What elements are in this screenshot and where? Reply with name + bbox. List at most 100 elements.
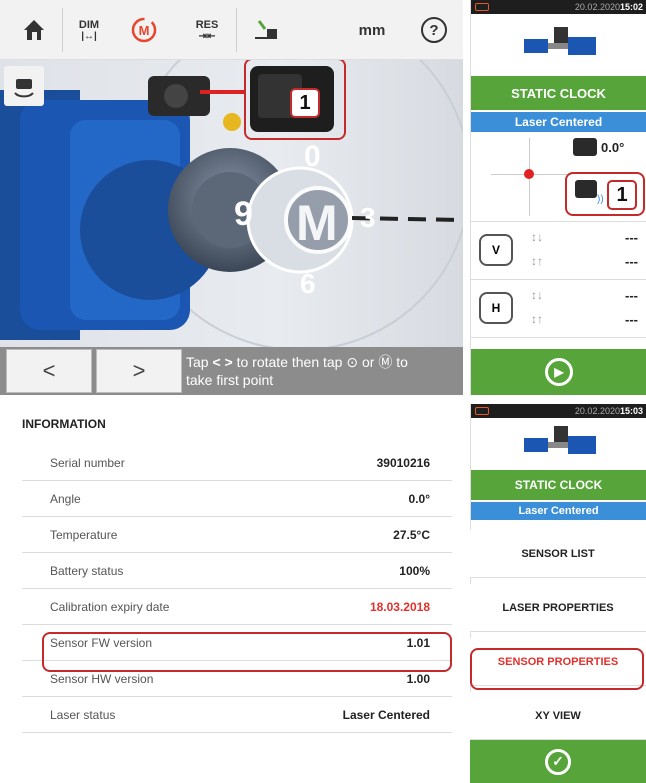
status-time: 15:03 bbox=[619, 406, 643, 416]
v-offset-value: --- bbox=[625, 230, 638, 245]
units-button[interactable]: mm bbox=[350, 6, 394, 54]
rotate-left-button[interactable]: < bbox=[6, 349, 92, 393]
angle-value: 0.0° bbox=[601, 140, 625, 155]
dim-arrows-icon: |↔| bbox=[81, 30, 97, 42]
measure-button[interactable]: M bbox=[118, 6, 170, 54]
sensor-position-area: 0.0° )) 1 bbox=[471, 132, 646, 222]
laser-status-bar: Laser Centered bbox=[471, 502, 646, 520]
rotate-right-button[interactable]: > bbox=[96, 349, 182, 393]
svg-text:M: M bbox=[139, 23, 150, 38]
move-button[interactable] bbox=[244, 6, 288, 54]
xy-view-item[interactable]: XY VIEW bbox=[470, 692, 646, 740]
res-arrows-icon: ⇥⇤ bbox=[198, 30, 216, 42]
hint-rotate-text: to rotate then tap bbox=[236, 354, 343, 370]
info-row: Laser status Laser Centered bbox=[22, 697, 452, 733]
sensor-head-icon bbox=[573, 138, 597, 156]
dial-0-label: 0 bbox=[304, 140, 321, 173]
hint-tap-text: Tap bbox=[186, 354, 209, 370]
h-gap-icon: ↕↑ bbox=[531, 312, 543, 326]
info-row-label: Serial number bbox=[50, 456, 125, 470]
res-label: RES bbox=[195, 18, 219, 31]
res-button[interactable]: RES ⇥⇤ bbox=[186, 6, 228, 54]
info-row: Temperature 27.5°C bbox=[22, 517, 452, 553]
info-row-value: 1.00 bbox=[406, 672, 430, 686]
v-gap-value: --- bbox=[625, 254, 638, 269]
measure-icon: M bbox=[131, 17, 157, 43]
dial-3-label: 3 bbox=[360, 202, 376, 233]
play-circle-icon: ▶ bbox=[545, 358, 573, 386]
info-row-label: Sensor HW version bbox=[50, 672, 154, 686]
info-row: Calibration expiry date 18.03.2018 bbox=[22, 589, 452, 625]
coupling-icon bbox=[523, 426, 596, 454]
horizontal-coupling-icon: H bbox=[479, 292, 513, 324]
instruction-hint: Tap < > to rotate then tap ⊙ or Ⓜ to tak… bbox=[186, 353, 456, 389]
laser-properties-item[interactable]: LASER PROPERTIES bbox=[470, 584, 646, 632]
laser-dot bbox=[524, 169, 534, 179]
horizontal-results[interactable]: H ↕↓ ↕↑ --- --- bbox=[471, 280, 646, 338]
hint-to-text: to bbox=[396, 354, 408, 370]
check-circle-icon: ✓ bbox=[545, 748, 571, 775]
info-row-label: Battery status bbox=[50, 564, 124, 578]
wifi-icon: )) bbox=[597, 194, 604, 205]
info-row-value: 100% bbox=[399, 564, 430, 578]
chevron-left-icon: < bbox=[42, 358, 56, 383]
machine-thumbnail bbox=[471, 14, 646, 76]
machine-scene: 9 0 3 6 M 1 bbox=[0, 60, 463, 347]
help-button[interactable]: ? bbox=[414, 6, 454, 54]
info-row: Serial number 39010216 bbox=[22, 445, 452, 481]
info-row-value: 27.5°C bbox=[393, 528, 430, 542]
info-row-label: Laser status bbox=[50, 708, 116, 722]
laser-status-bar: Laser Centered bbox=[471, 112, 646, 132]
info-row: Angle 0.0° bbox=[22, 481, 452, 517]
dial-6-label: 6 bbox=[300, 268, 316, 299]
info-row-value: 39010216 bbox=[376, 456, 430, 470]
sensor-list-item[interactable]: SENSOR LIST bbox=[470, 530, 646, 578]
battery-icon bbox=[475, 3, 489, 11]
fw-version-highlight bbox=[42, 632, 452, 672]
mode-static-clock[interactable]: STATIC CLOCK bbox=[471, 76, 646, 110]
m-circle-icon: Ⓜ bbox=[378, 354, 393, 370]
rotate-view-icon bbox=[14, 79, 34, 98]
vertical-results[interactable]: V ↕↓ ↕↑ --- --- bbox=[471, 222, 646, 280]
info-row-value: 18.03.2018 bbox=[369, 600, 430, 614]
top-toolbar: DIM |↔| M RES ⇥⇤ mm ? bbox=[0, 0, 463, 60]
gap-icon: ↕↑ bbox=[531, 254, 543, 268]
right-panel-top: 20.02.2020 15:02 STATIC CLOCK Laser Cente… bbox=[470, 0, 646, 395]
machine-move-icon bbox=[255, 20, 277, 39]
status-time: 15:02 bbox=[619, 2, 643, 12]
h-offset-value: --- bbox=[625, 288, 638, 303]
dim-label: DIM bbox=[78, 18, 100, 31]
dim-button[interactable]: DIM |↔| bbox=[68, 6, 110, 54]
dial-9-label: 9 bbox=[234, 195, 253, 233]
h-offset-icon: ↕↓ bbox=[531, 288, 543, 302]
status-date: 20.02.2020 bbox=[574, 2, 620, 12]
info-row: Battery status 100% bbox=[22, 553, 452, 589]
h-gap-value: --- bbox=[625, 312, 638, 327]
measure-m-button[interactable]: M bbox=[296, 194, 338, 252]
rotate-arrows-icon: < > bbox=[212, 354, 233, 370]
chevron-right-icon: > bbox=[132, 358, 146, 383]
status-bar: 20.02.2020 15:02 bbox=[471, 0, 646, 14]
status-bar-bottom: 20.02.2020 15:03 bbox=[471, 404, 646, 418]
mode-static-clock[interactable]: STATIC CLOCK bbox=[471, 470, 646, 500]
hint-second-line: take first point bbox=[186, 372, 274, 388]
home-button[interactable] bbox=[14, 6, 54, 54]
info-row-label: Temperature bbox=[50, 528, 118, 542]
offset-icon: ↕↓ bbox=[531, 230, 543, 244]
play-circle-icon: ⊙ bbox=[346, 354, 359, 370]
machine-thumbnail bbox=[471, 418, 646, 470]
view-rotate-button[interactable] bbox=[4, 66, 44, 106]
bottom-bar: < > Tap < > to rotate then tap ⊙ or Ⓜ to… bbox=[0, 347, 463, 395]
confirm-button[interactable]: ✓ bbox=[470, 740, 646, 783]
hint-or-text: or bbox=[361, 354, 375, 370]
battery-icon bbox=[475, 407, 489, 415]
take-point-button[interactable]: ▶ bbox=[471, 349, 646, 395]
sensor-callout-badge: 1 bbox=[290, 88, 320, 118]
info-row-label: Angle bbox=[50, 492, 81, 506]
info-row-label: Calibration expiry date bbox=[50, 600, 170, 614]
sensor-callout-badge-right: 1 bbox=[607, 180, 637, 210]
sensor-icon bbox=[575, 180, 597, 198]
units-label: mm bbox=[358, 21, 386, 39]
info-row-value: Laser Centered bbox=[342, 708, 430, 722]
coupling-icon bbox=[523, 27, 596, 55]
